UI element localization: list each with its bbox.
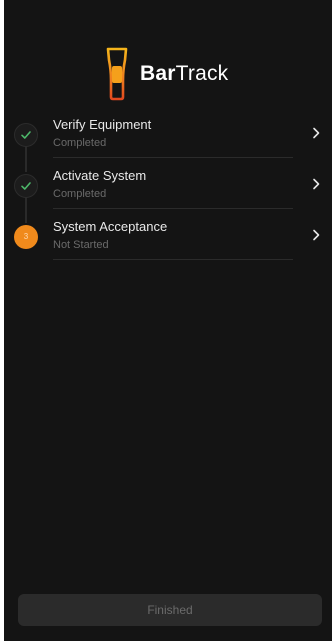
step-system-acceptance[interactable]: 3 System Acceptance Not Started [4, 209, 332, 260]
app-screen: BarTrack Verify Equipment Completed Acti… [4, 0, 332, 641]
beer-glass-icon [106, 47, 128, 101]
step-status: Completed [53, 188, 107, 200]
chevron-right-icon [313, 229, 320, 241]
brand-wordmark: BarTrack [140, 62, 228, 86]
step-number-badge: 3 [14, 225, 38, 249]
step-activate-system[interactable]: Activate System Completed [4, 158, 332, 209]
chevron-right-icon [313, 178, 320, 190]
chevron-right-icon [313, 127, 320, 139]
step-verify-equipment[interactable]: Verify Equipment Completed [4, 107, 332, 158]
step-status: Completed [53, 137, 107, 149]
checkmark-icon [21, 131, 31, 139]
step-complete-indicator [14, 174, 38, 198]
brand-header: BarTrack [4, 46, 332, 102]
step-status: Not Started [53, 239, 109, 251]
checkmark-icon [21, 182, 31, 190]
step-title: Verify Equipment [53, 117, 152, 132]
brand-name-light: Track [175, 62, 229, 85]
step-title: System Acceptance [53, 219, 168, 234]
step-divider [53, 259, 293, 260]
brand-name-bold: Bar [140, 62, 176, 85]
finished-button[interactable]: Finished [18, 594, 322, 626]
step-complete-indicator [14, 123, 38, 147]
step-title: Activate System [53, 168, 147, 183]
